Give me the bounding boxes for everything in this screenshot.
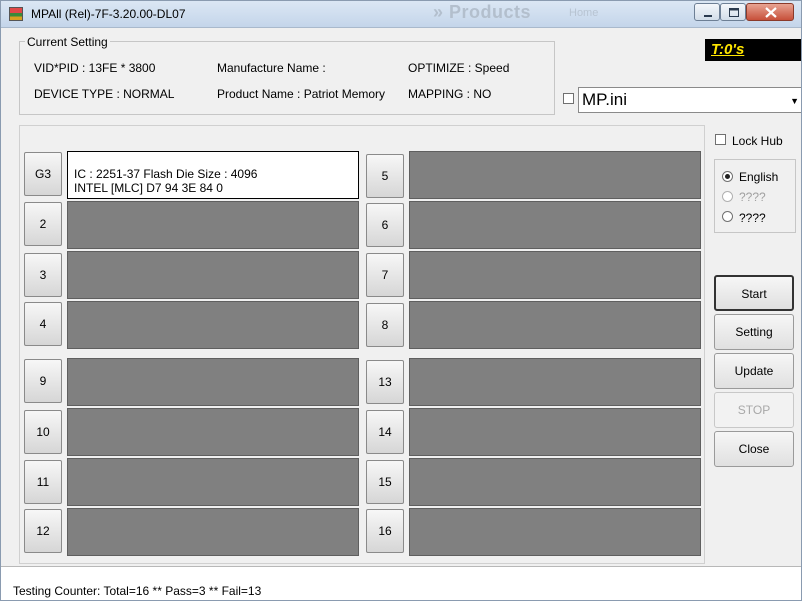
port-button-6[interactable]: 6 <box>366 203 404 247</box>
vid-pid-text: VID*PID : 13FE * 3800 <box>34 61 156 75</box>
minimize-icon <box>704 15 712 17</box>
port-status-7 <box>409 251 701 299</box>
language-radio-2 <box>722 191 733 202</box>
language-label-english: English <box>739 170 779 184</box>
ini-checkbox[interactable] <box>563 93 574 104</box>
setting-button[interactable]: Setting <box>714 314 794 350</box>
port-status-4 <box>67 301 359 349</box>
mpall-window: MPAll (Rel)-7F-3.20.00-DL07 » Products H… <box>0 0 802 601</box>
port-status-10 <box>67 408 359 456</box>
ini-file-value: MP.ini <box>582 90 628 109</box>
lock-hub-checkbox[interactable] <box>715 134 726 145</box>
port-button-10[interactable]: 10 <box>24 410 62 454</box>
port-status-2 <box>67 201 359 249</box>
port-g3-info-line2: INTEL [MLC] D7 94 3E 84 0 <box>74 181 223 195</box>
ini-file-select[interactable]: MP.ini ▼ <box>578 87 801 113</box>
dropdown-arrow-icon[interactable]: ▼ <box>790 96 799 106</box>
manufacture-name-text: Manufacture Name : <box>217 61 326 75</box>
current-setting-legend: Current Setting <box>25 35 110 49</box>
port-button-g3[interactable]: G3 <box>24 152 62 196</box>
port-button-12[interactable]: 12 <box>24 509 62 553</box>
port-button-13[interactable]: 13 <box>366 360 404 404</box>
port-status-16 <box>409 508 701 556</box>
port-status-g3: IC : 2251-37 Flash Die Size : 4096 INTEL… <box>67 151 359 199</box>
status-bar: Testing Counter: Total=16 ** Pass=3 ** F… <box>1 566 801 600</box>
port-button-4[interactable]: 4 <box>24 302 62 346</box>
port-status-9 <box>67 358 359 406</box>
stop-button: STOP <box>714 392 794 428</box>
close-window-button[interactable] <box>746 3 794 21</box>
testing-counter-text: Testing Counter: Total=16 ** Pass=3 ** F… <box>13 584 262 598</box>
title-bar[interactable]: MPAll (Rel)-7F-3.20.00-DL07 » Products H… <box>1 1 801 28</box>
window-title: MPAll (Rel)-7F-3.20.00-DL07 <box>31 7 186 21</box>
language-radio-3[interactable] <box>722 211 733 222</box>
background-window-text-2: Home <box>569 7 599 19</box>
port-button-9[interactable]: 9 <box>24 359 62 403</box>
port-button-15[interactable]: 15 <box>366 460 404 504</box>
port-button-16[interactable]: 16 <box>366 509 404 553</box>
port-status-14 <box>409 408 701 456</box>
background-window-text: » Products <box>433 2 532 22</box>
maximize-button[interactable] <box>720 3 746 21</box>
port-button-7[interactable]: 7 <box>366 253 404 297</box>
port-button-2[interactable]: 2 <box>24 202 62 246</box>
port-button-3[interactable]: 3 <box>24 253 62 297</box>
optimize-text: OPTIMIZE : Speed <box>408 61 510 75</box>
language-radio-english[interactable] <box>722 171 733 182</box>
port-status-3 <box>67 251 359 299</box>
language-label-2: ???? <box>739 190 766 204</box>
app-icon <box>9 7 23 21</box>
language-label-3: ???? <box>739 211 766 225</box>
port-status-15 <box>409 458 701 506</box>
update-button[interactable]: Update <box>714 353 794 389</box>
port-status-5 <box>409 151 701 199</box>
port-button-8[interactable]: 8 <box>366 303 404 347</box>
lock-hub-label: Lock Hub <box>732 134 783 148</box>
port-status-11 <box>67 458 359 506</box>
start-button[interactable]: Start <box>714 275 794 311</box>
port-button-5[interactable]: 5 <box>366 154 404 198</box>
port-button-11[interactable]: 11 <box>24 460 62 504</box>
device-type-text: DEVICE TYPE : NORMAL <box>34 87 175 101</box>
port-status-12 <box>67 508 359 556</box>
maximize-icon <box>729 8 739 17</box>
timer-display: T:0's <box>705 39 801 61</box>
current-setting-group <box>19 41 555 115</box>
timer-text: T:0's <box>711 41 745 58</box>
port-g3-info-line1: IC : 2251-37 Flash Die Size : 4096 <box>74 167 258 181</box>
close-icon <box>765 7 777 18</box>
port-status-6 <box>409 201 701 249</box>
port-status-8 <box>409 301 701 349</box>
mapping-text: MAPPING : NO <box>408 87 492 101</box>
minimize-button[interactable] <box>694 3 720 21</box>
port-status-13 <box>409 358 701 406</box>
product-name-text: Product Name : Patriot Memory <box>217 87 386 101</box>
port-button-14[interactable]: 14 <box>366 410 404 454</box>
close-button[interactable]: Close <box>714 431 794 467</box>
